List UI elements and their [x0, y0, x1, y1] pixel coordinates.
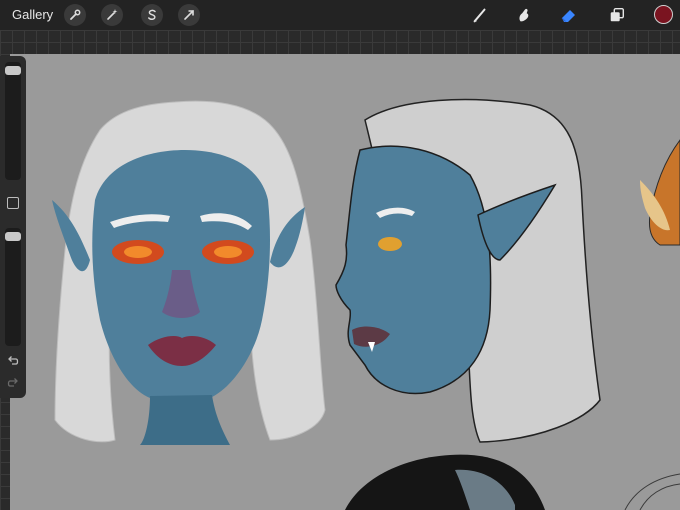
color-swatch-button[interactable] [654, 5, 673, 24]
gallery-button[interactable]: Gallery [12, 7, 53, 22]
drawing-canvas[interactable] [10, 54, 680, 510]
front-view-elf-portrait [52, 100, 326, 445]
smudge-icon[interactable] [513, 5, 535, 25]
sketch-bottom-right [624, 473, 680, 510]
opacity-thumb[interactable] [5, 232, 21, 242]
profile-view-elf-portrait [335, 98, 601, 443]
selection-s-icon[interactable] [141, 4, 163, 26]
modify-button-icon[interactable] [7, 197, 19, 209]
brush-icon[interactable] [469, 5, 491, 25]
actions-wrench-icon[interactable] [64, 4, 86, 26]
redo-icon[interactable] [7, 376, 19, 388]
opacity-slider[interactable] [5, 228, 21, 346]
artwork [52, 98, 680, 510]
top-toolbar: Gallery [0, 0, 680, 30]
adjustments-magic-wand-icon[interactable] [101, 4, 123, 26]
brush-size-thumb[interactable] [5, 66, 21, 76]
partial-elf-portrait-right [640, 139, 680, 246]
canvas-margin-top [0, 30, 680, 54]
undo-icon[interactable] [7, 354, 19, 366]
transform-arrow-icon[interactable] [178, 4, 200, 26]
layers-icon[interactable] [606, 5, 628, 25]
eraser-icon[interactable] [558, 5, 580, 25]
dark-hair-portrait-bottom [345, 454, 545, 510]
left-sidebar [0, 56, 26, 398]
brush-size-slider[interactable] [5, 62, 21, 180]
